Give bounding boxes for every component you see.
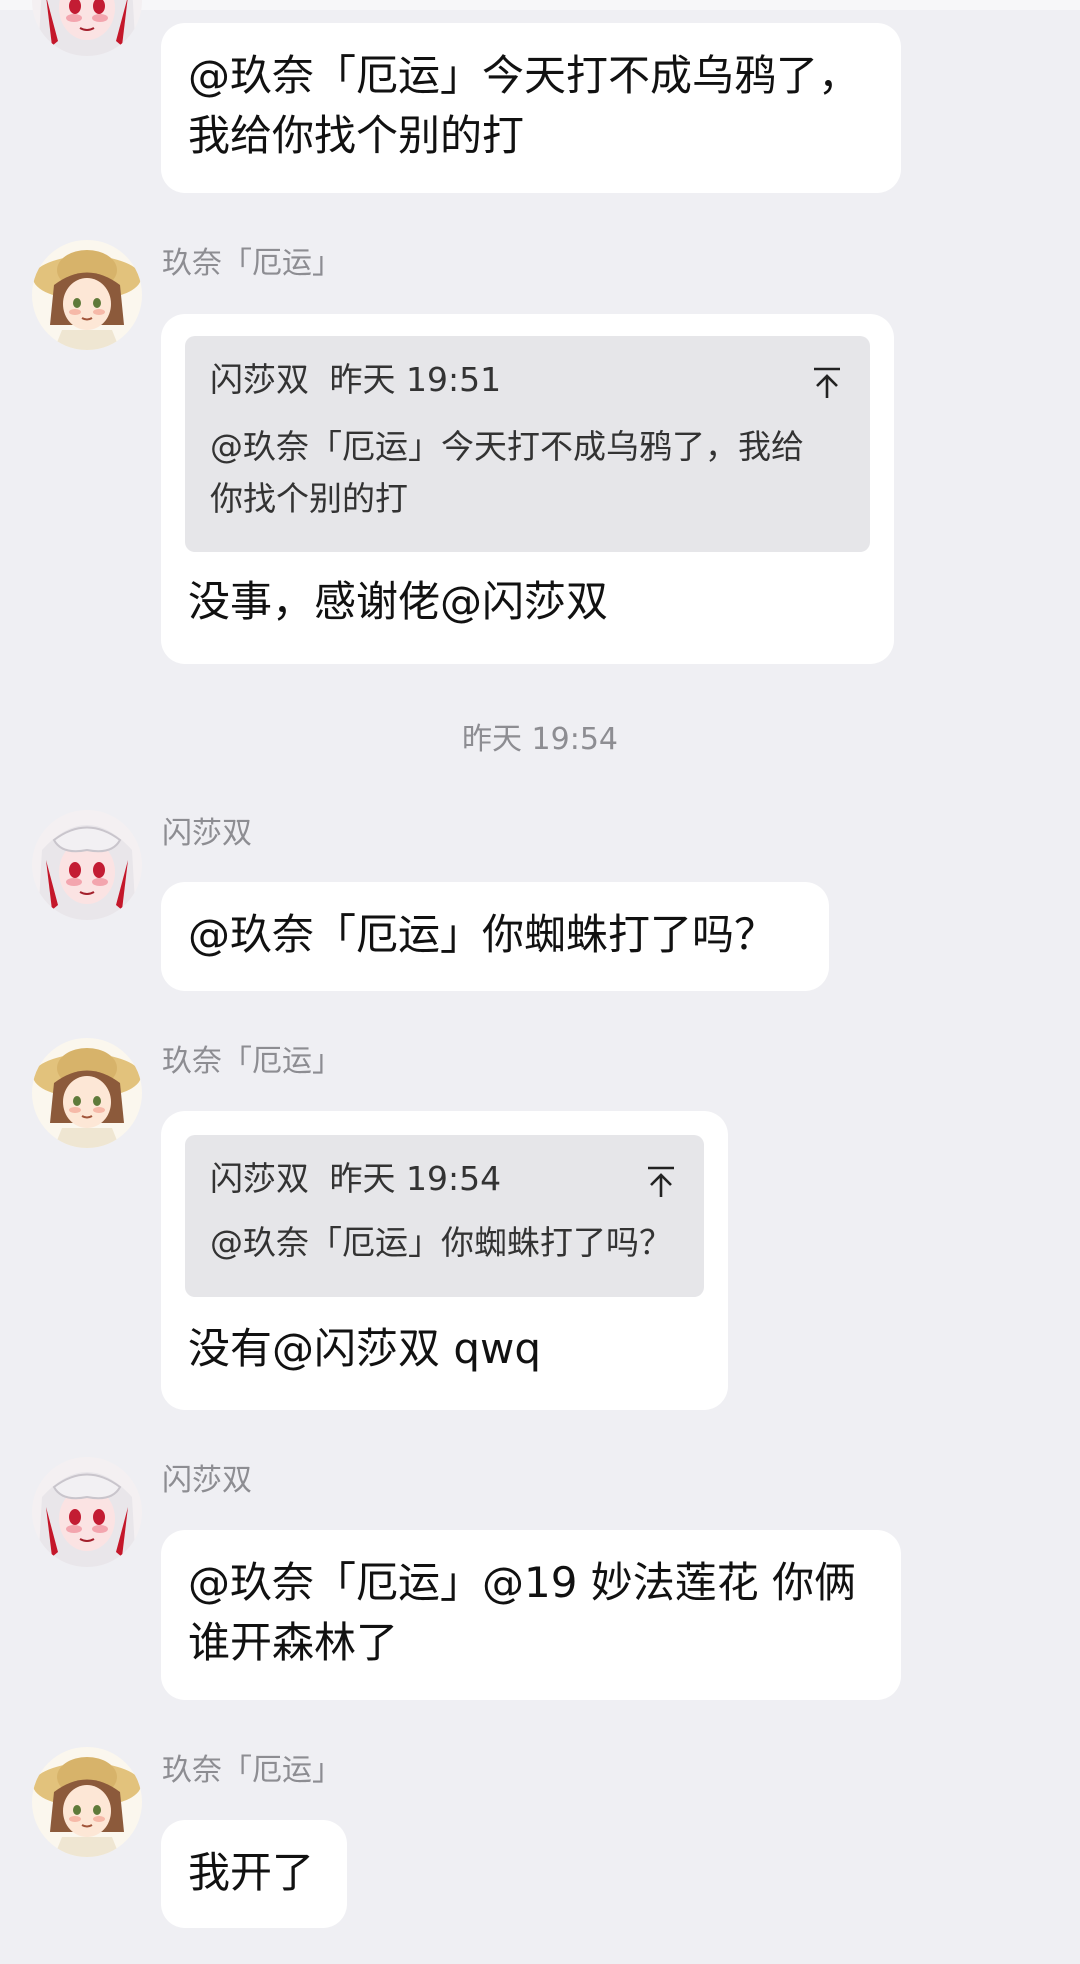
message-text: @玖奈「厄运」你蜘蛛打了吗？ (188, 910, 777, 959)
arrow-up-to-top-icon[interactable] (646, 1165, 676, 1199)
message-text: 没事，感谢佬@闪莎双 (188, 577, 609, 626)
quoted-message[interactable]: 闪莎双 昨天 19:54 @玖奈「厄运」你蜘蛛打了吗？ (185, 1135, 704, 1297)
avatar-straw-hat-icon (32, 1747, 142, 1857)
avatar-white-hair-icon (32, 810, 142, 920)
avatar-white-hair-icon (32, 0, 142, 56)
quoted-message[interactable]: 闪莎双 昨天 19:51 @玖奈「厄运」今天打不成乌鸦了，我给你找个别的打 (185, 336, 870, 552)
message-bubble[interactable]: 我开了 (161, 1820, 347, 1928)
message-bubble[interactable]: @玖奈「厄运」@19 妙法莲花 你俩谁开森林了 (161, 1530, 901, 1700)
message-text: @玖奈「厄运」@19 妙法莲花 你俩谁开森林了 (188, 1558, 857, 1667)
sender-name: 闪莎双 (162, 1463, 252, 1498)
avatar-straw-hat-icon (32, 1038, 142, 1148)
quote-text: @玖奈「厄运」你蜘蛛打了吗？ (210, 1223, 672, 1262)
sender-name: 玖奈「厄运」 (162, 246, 342, 281)
message-text: 没有@闪莎双 qwq (188, 1324, 542, 1373)
sender-name: 玖奈「厄运」 (162, 1044, 342, 1079)
quote-time: 昨天 19:54 (329, 1159, 502, 1198)
avatar-jiunai[interactable] (32, 1038, 142, 1148)
top-edge (0, 0, 1080, 10)
sender-name: 玖奈「厄运」 (162, 1753, 342, 1788)
quote-text: @玖奈「厄运」今天打不成乌鸦了，我给你找个别的打 (210, 427, 804, 518)
avatar-jiunai[interactable] (32, 1747, 142, 1857)
avatar-white-hair-icon (32, 1457, 142, 1567)
time-divider: 昨天 19:54 (462, 722, 618, 757)
message-text: 我开了 (188, 1848, 315, 1897)
quote-author: 闪莎双 (210, 1159, 309, 1198)
avatar-jiunai[interactable] (32, 240, 142, 350)
message-bubble[interactable]: @玖奈「厄运」今天打不成乌鸦了，我给你找个别的打 (161, 23, 901, 193)
avatar-shanshashuang[interactable] (32, 810, 142, 920)
message-bubble[interactable]: 闪莎双 昨天 19:54 @玖奈「厄运」你蜘蛛打了吗？ 没有@闪莎双 qwq (161, 1111, 728, 1410)
quote-time: 昨天 19:51 (329, 360, 502, 399)
message-text: @玖奈「厄运」今天打不成乌鸦了，我给你找个别的打 (188, 51, 861, 160)
arrow-up-to-top-icon[interactable] (812, 366, 842, 400)
avatar-straw-hat-icon (32, 240, 142, 350)
quote-author: 闪莎双 (210, 360, 309, 399)
message-bubble[interactable]: @玖奈「厄运」你蜘蛛打了吗？ (161, 882, 829, 991)
quote-header: 闪莎双 昨天 19:51 (210, 358, 501, 402)
message-bubble[interactable]: 闪莎双 昨天 19:51 @玖奈「厄运」今天打不成乌鸦了，我给你找个别的打 没事… (161, 314, 894, 664)
sender-name: 闪莎双 (162, 816, 252, 851)
quote-header: 闪莎双 昨天 19:54 (210, 1157, 501, 1201)
avatar-shanshashuang[interactable] (32, 1457, 142, 1567)
avatar-shanshashuang[interactable] (32, 0, 142, 56)
